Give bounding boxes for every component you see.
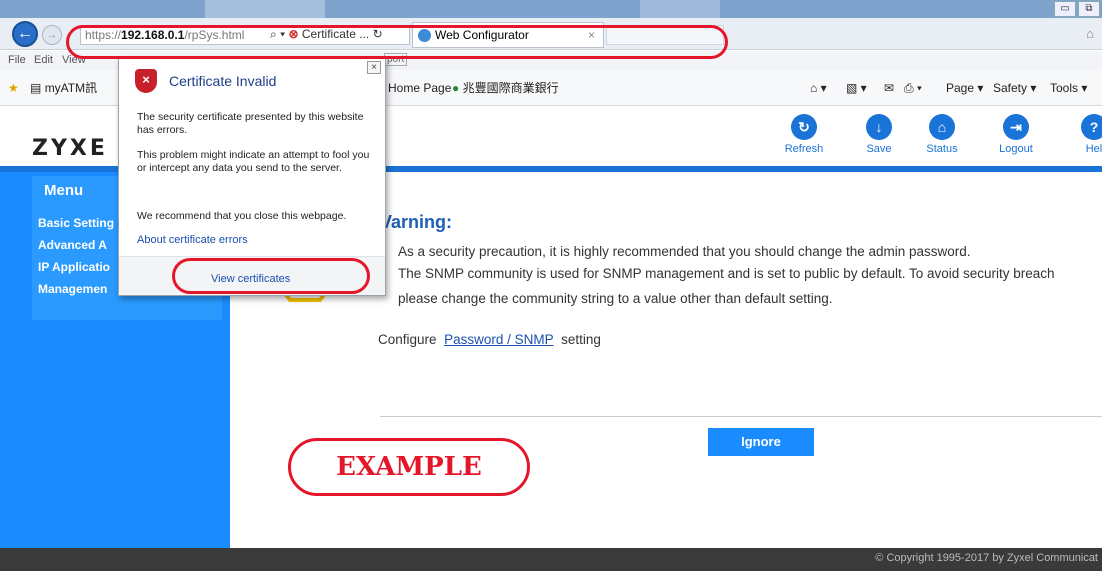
configure-suffix: setting bbox=[561, 332, 601, 347]
copyright-text: © Copyright 1995-2017 by Zyxel Communica… bbox=[875, 552, 1098, 564]
close-icon[interactable]: × bbox=[367, 61, 381, 74]
menu-file[interactable]: File bbox=[8, 51, 26, 70]
about-certificate-errors-link[interactable]: About certificate errors bbox=[137, 234, 248, 246]
sidebar-item-ip-application[interactable]: IP Applicatio bbox=[38, 260, 110, 274]
example-stamp: EXAMPLE bbox=[288, 438, 530, 496]
favorite-myatm-label: myATM訊 bbox=[44, 81, 98, 95]
minimize-button[interactable]: ▭ bbox=[1054, 1, 1076, 17]
safety-menu[interactable]: Safety ▾ bbox=[993, 70, 1036, 106]
save-icon: ↓ bbox=[866, 114, 892, 140]
favorites-star-icon[interactable]: ★ bbox=[8, 70, 19, 106]
help-button[interactable]: ? Hel bbox=[1066, 114, 1102, 155]
zyxel-logo: ZYXE bbox=[32, 136, 108, 161]
screenshot-root: ▭ ⧉ ← → https://192.168.0.1/rpSys.html ⌕… bbox=[0, 0, 1102, 571]
tools-menu[interactable]: Tools ▾ bbox=[1050, 70, 1087, 106]
logout-label: Logout bbox=[999, 143, 1033, 155]
favorite-bank[interactable]: ● 兆豐國際商業銀行 bbox=[452, 70, 559, 106]
forward-button[interactable]: → bbox=[42, 25, 62, 45]
status-icon: ⌂ bbox=[929, 114, 955, 140]
password-snmp-link[interactable]: Password / SNMP bbox=[444, 332, 554, 347]
status-label: Status bbox=[926, 143, 958, 155]
sidebar-item-management[interactable]: Managemen bbox=[38, 282, 107, 296]
save-button[interactable]: ↓ Save bbox=[851, 114, 907, 155]
logout-button[interactable]: ⇥ Logout bbox=[988, 114, 1044, 155]
favorite-home-page[interactable]: Home Page bbox=[388, 70, 451, 106]
popup-paragraph-1: The security certificate presented by th… bbox=[137, 111, 364, 136]
menu-edit[interactable]: Edit bbox=[34, 51, 53, 70]
warning-line-password: As a security precaution, it is highly r… bbox=[398, 244, 971, 259]
home-icon[interactable]: ⌂ bbox=[1086, 26, 1094, 41]
configure-prefix: Configure bbox=[378, 332, 437, 347]
popup-title: Certificate Invalid bbox=[169, 73, 277, 89]
warning-line-snmp-cont: please change the community string to a … bbox=[398, 291, 833, 306]
globe-icon: ● bbox=[452, 81, 460, 95]
refresh-button[interactable]: ↻ Refresh bbox=[776, 114, 832, 155]
configure-line: Configure Password / SNMP setting bbox=[378, 332, 601, 347]
help-icon: ? bbox=[1081, 114, 1102, 140]
popup-paragraph-3: We recommend that you close this webpage… bbox=[137, 210, 347, 222]
page-icon: ▤ bbox=[30, 81, 42, 95]
feeds-icon[interactable]: ▧ ▾ bbox=[846, 70, 867, 106]
status-button[interactable]: ⌂ Status bbox=[914, 114, 970, 155]
highlight-view-certificates bbox=[172, 258, 370, 294]
help-label: Hel bbox=[1085, 143, 1102, 155]
print-icon[interactable]: ⎙ ▾ bbox=[904, 70, 922, 106]
favorite-myatm[interactable]: ▤ myATM訊 bbox=[30, 70, 97, 106]
footer: © Copyright 1995-2017 by Zyxel Communica… bbox=[0, 548, 1102, 571]
ignore-button[interactable]: Ignore bbox=[708, 428, 814, 456]
warning-line-snmp: The SNMP community is used for SNMP mana… bbox=[398, 266, 1055, 281]
restore-button[interactable]: ⧉ bbox=[1078, 1, 1100, 17]
menu-title: Menu bbox=[44, 182, 84, 199]
shield-error-icon: × bbox=[135, 69, 157, 93]
background-tab bbox=[205, 0, 325, 18]
window-title-strip: ▭ ⧉ bbox=[0, 0, 1102, 18]
content-divider bbox=[380, 416, 1102, 417]
sidebar-item-advanced[interactable]: Advanced A bbox=[38, 238, 107, 252]
mail-icon[interactable]: ✉ bbox=[884, 70, 894, 106]
logout-icon: ⇥ bbox=[1003, 114, 1029, 140]
sidebar-item-basic-setting[interactable]: Basic Setting bbox=[38, 216, 114, 230]
home-dropdown-icon[interactable]: ⌂ ▾ bbox=[810, 70, 827, 106]
back-button[interactable]: ← bbox=[12, 21, 38, 47]
warning-title: Varning: bbox=[380, 212, 453, 232]
back-arrow-icon: ← bbox=[17, 25, 33, 42]
highlight-address-bar bbox=[66, 25, 728, 59]
background-tab bbox=[640, 0, 720, 18]
favorite-bank-label: 兆豐國際商業銀行 bbox=[462, 81, 559, 95]
refresh-label: Refresh bbox=[784, 143, 824, 155]
refresh-icon: ↻ bbox=[791, 114, 817, 140]
popup-paragraph-2: This problem might indicate an attempt t… bbox=[137, 149, 370, 174]
forward-arrow-icon: → bbox=[46, 29, 58, 41]
page-menu[interactable]: Page ▾ bbox=[946, 70, 983, 106]
save-label: Save bbox=[866, 143, 892, 155]
